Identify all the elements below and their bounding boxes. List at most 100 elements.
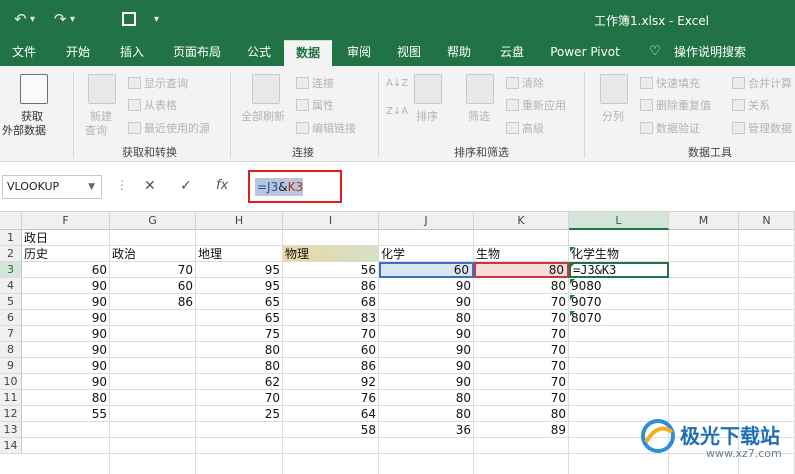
save-icon[interactable] <box>122 12 136 26</box>
advanced-button[interactable]: 高级 <box>506 120 544 136</box>
row-header-12[interactable]: 12 <box>0 406 22 422</box>
refresh-all-icon[interactable] <box>252 74 280 104</box>
cell-h2[interactable]: 地理 <box>196 246 283 262</box>
cell-i13[interactable]: 58 <box>283 422 379 438</box>
row-header-4[interactable]: 4 <box>0 278 22 294</box>
cell-h8[interactable]: 80 <box>196 342 283 358</box>
lightbulb-icon[interactable]: ♡ <box>648 40 662 66</box>
redo-icon[interactable]: ↷ <box>54 10 67 28</box>
cell-j6[interactable]: 80 <box>379 310 474 326</box>
cell-f10[interactable]: 90 <box>22 374 110 390</box>
cell-l4[interactable]: 9080 <box>569 278 669 294</box>
cell-h9[interactable]: 80 <box>196 358 283 374</box>
cell-f11[interactable]: 80 <box>22 390 110 406</box>
cell-f7[interactable]: 90 <box>22 326 110 342</box>
recent-sources-button[interactable]: 最近使用的源 <box>128 120 210 136</box>
redo-dropdown-icon[interactable]: ▾ <box>70 14 75 25</box>
column-header-j[interactable]: J <box>379 212 474 230</box>
sort-label[interactable]: 排序 <box>416 108 438 124</box>
cell-h6[interactable]: 65 <box>196 310 283 326</box>
cell-k2[interactable]: 生物 <box>474 246 569 262</box>
cell-l2[interactable]: 化学生物 <box>569 246 669 262</box>
column-header-n[interactable]: N <box>739 212 795 230</box>
cell-j11[interactable]: 80 <box>379 390 474 406</box>
data-validation-button[interactable]: 数据验证 <box>640 120 700 136</box>
sort-desc-icon[interactable]: Z↓A <box>386 106 408 117</box>
row-header-2[interactable]: 2 <box>0 246 22 262</box>
cell-i11[interactable]: 76 <box>283 390 379 406</box>
cell-j3[interactable]: 60 <box>379 262 474 278</box>
tab-help[interactable]: 帮助 <box>438 40 480 66</box>
get-data-label-2[interactable]: 外部数据 <box>2 122 46 138</box>
row-header-9[interactable]: 9 <box>0 358 22 374</box>
error-indicator-icon[interactable] <box>570 263 575 268</box>
cell-k6[interactable]: 70 <box>474 310 569 326</box>
text-to-columns-label[interactable]: 分列 <box>602 108 624 124</box>
flash-fill-button[interactable]: 快速填充 <box>640 75 700 91</box>
cell-h3[interactable]: 95 <box>196 262 283 278</box>
cell-f1[interactable]: 政日 <box>22 230 82 246</box>
undo-dropdown-icon[interactable]: ▾ <box>30 14 35 25</box>
cell-h7[interactable]: 75 <box>196 326 283 342</box>
cell-k13[interactable]: 89 <box>474 422 569 438</box>
cell-g3[interactable]: 70 <box>110 262 196 278</box>
properties-button[interactable]: 属性 <box>296 97 334 113</box>
cell-i5[interactable]: 68 <box>283 294 379 310</box>
row-header-13[interactable]: 13 <box>0 422 22 438</box>
cell-j2[interactable]: 化学 <box>379 246 474 262</box>
row-header-7[interactable]: 7 <box>0 326 22 342</box>
row-header-10[interactable]: 10 <box>0 374 22 390</box>
cell-k11[interactable]: 70 <box>474 390 569 406</box>
sort-icon[interactable] <box>414 74 442 104</box>
tell-me-search[interactable]: 操作说明搜索 <box>668 40 752 66</box>
consolidate-button[interactable]: 合并计算 <box>732 75 792 91</box>
select-all-corner[interactable] <box>0 212 22 230</box>
remove-duplicates-button[interactable]: 删除重复值 <box>640 97 711 113</box>
cell-l6[interactable]: 8070 <box>569 310 669 326</box>
get-data-icon[interactable] <box>20 74 48 104</box>
column-header-m[interactable]: M <box>669 212 739 230</box>
cell-j13[interactable]: 36 <box>379 422 474 438</box>
row-header-11[interactable]: 11 <box>0 390 22 406</box>
error-indicator-icon[interactable] <box>570 247 575 252</box>
error-indicator-icon[interactable] <box>570 279 575 284</box>
cell-g4[interactable]: 60 <box>110 278 196 294</box>
cell-h5[interactable]: 65 <box>196 294 283 310</box>
cell-i6[interactable]: 83 <box>283 310 379 326</box>
cell-f9[interactable]: 90 <box>22 358 110 374</box>
cell-j10[interactable]: 90 <box>379 374 474 390</box>
text-to-columns-icon[interactable] <box>600 74 628 104</box>
cell-k5[interactable]: 70 <box>474 294 569 310</box>
cell-i8[interactable]: 60 <box>283 342 379 358</box>
cell-l3[interactable]: =J3&K3 <box>569 262 669 278</box>
connections-button[interactable]: 连接 <box>296 75 334 91</box>
column-header-g[interactable]: G <box>110 212 196 230</box>
enter-icon[interactable]: ✓ <box>180 178 192 194</box>
cell-f12[interactable]: 55 <box>22 406 110 422</box>
clear-button[interactable]: 清除 <box>506 75 544 91</box>
cell-k3[interactable]: 80 <box>474 262 569 278</box>
cell-k4[interactable]: 80 <box>474 278 569 294</box>
cell-f4[interactable]: 90 <box>22 278 110 294</box>
cell-k12[interactable]: 80 <box>474 406 569 422</box>
row-header-1[interactable]: 1 <box>0 230 22 246</box>
column-header-i[interactable]: I <box>283 212 379 230</box>
cell-i10[interactable]: 92 <box>283 374 379 390</box>
error-indicator-icon[interactable] <box>570 295 575 300</box>
cancel-icon[interactable]: ✕ <box>144 178 156 194</box>
cell-j8[interactable]: 90 <box>379 342 474 358</box>
row-header-3[interactable]: 3 <box>0 262 22 278</box>
cell-j9[interactable]: 90 <box>379 358 474 374</box>
column-header-l[interactable]: L <box>569 212 669 230</box>
cell-j12[interactable]: 80 <box>379 406 474 422</box>
reapply-button[interactable]: 重新应用 <box>506 97 566 113</box>
cell-i2[interactable]: 物理 <box>283 246 379 262</box>
cell-k8[interactable]: 70 <box>474 342 569 358</box>
new-query-label-2[interactable]: 查询 <box>85 122 107 138</box>
sort-asc-icon[interactable]: A↓Z <box>386 78 408 89</box>
cell-j5[interactable]: 90 <box>379 294 474 310</box>
from-table-button[interactable]: 从表格 <box>128 97 177 113</box>
tab-review[interactable]: 审阅 <box>338 40 380 66</box>
cell-k7[interactable]: 70 <box>474 326 569 342</box>
cell-j4[interactable]: 90 <box>379 278 474 294</box>
